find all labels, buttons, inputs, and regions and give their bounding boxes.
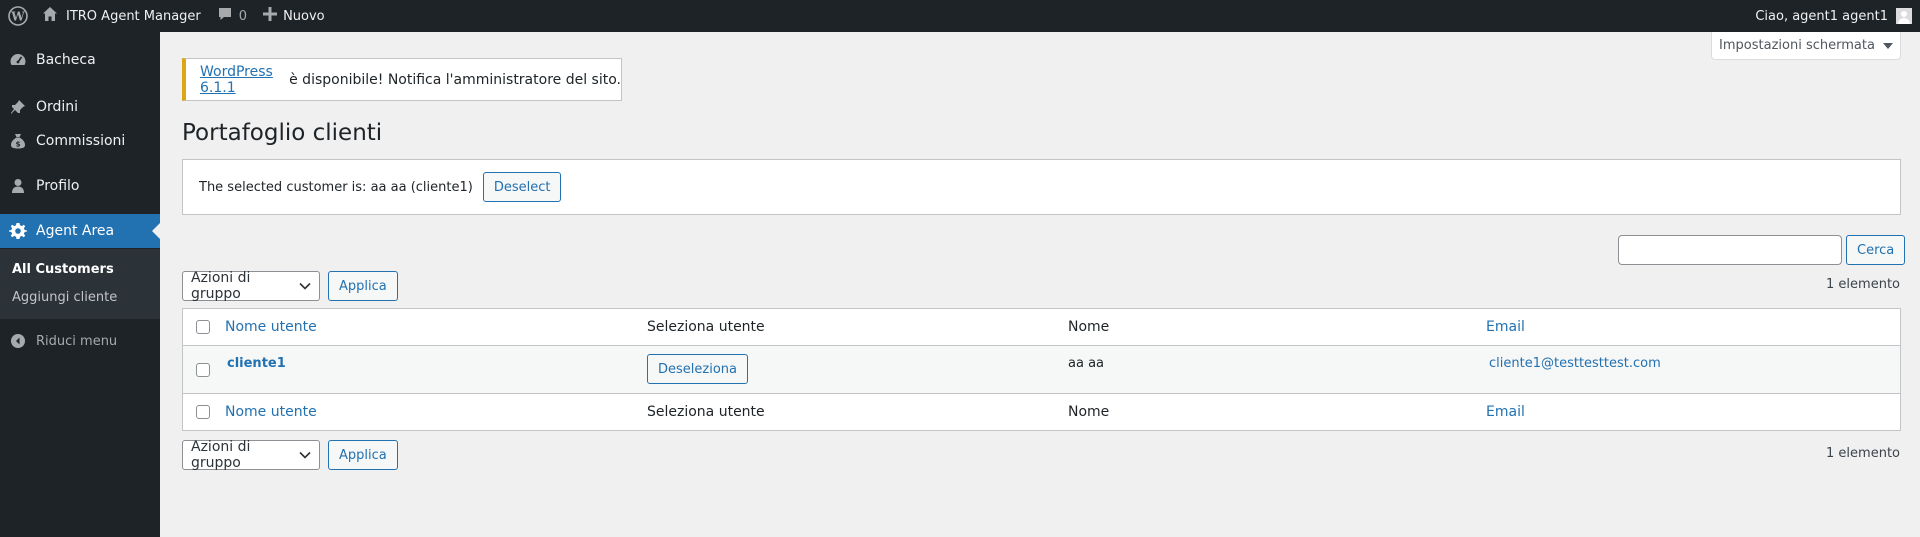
column-footer-name: Nome (1068, 404, 1110, 420)
gear-icon (0, 222, 36, 240)
home-icon (42, 6, 58, 26)
comments-count: 0 (238, 8, 248, 24)
page-title: Portafoglio clienti (182, 120, 383, 146)
sidebar-item-label: Profilo (36, 178, 80, 194)
sidebar-item-label: Agent Area (36, 223, 115, 239)
collapse-label: Riduci menu (36, 333, 118, 349)
item-count-bottom: 1 elemento (1826, 446, 1900, 461)
selected-customer-text: The selected customer is: aa aa (cliente… (199, 179, 473, 195)
customer-email-link[interactable]: cliente1@testtesttest.com (1489, 356, 1661, 371)
bulk-actions-bottom: Azioni di gruppo Applica (182, 439, 398, 471)
search-box: Cerca (1618, 235, 1906, 265)
screen-options-label: Impostazioni schermata (1719, 38, 1875, 53)
bulk-actions-top: Azioni di gruppo Applica (182, 270, 398, 302)
new-label: Nuovo (283, 8, 325, 24)
sidebar-item-profilo[interactable]: Profilo (0, 169, 160, 203)
bulk-action-selected: Azioni di gruppo (191, 270, 251, 302)
bulk-action-selected: Azioni di gruppo (191, 439, 251, 471)
new-content-link[interactable]: Nuovo (255, 0, 333, 32)
deselect-button[interactable]: Deselect (482, 172, 562, 202)
comments-link[interactable]: 0 (209, 0, 255, 32)
chevron-down-icon (299, 278, 311, 294)
chevron-down-icon (299, 447, 311, 463)
column-footer-select-user: Seleziona utente (647, 404, 765, 420)
caret-down-icon (1882, 38, 1893, 53)
plus-icon (263, 7, 278, 25)
apply-button[interactable]: Applica (328, 271, 398, 301)
site-name: ITRO Agent Manager (66, 8, 201, 24)
comment-bubble-icon (217, 6, 233, 26)
column-header-username[interactable]: Nome utente (225, 309, 317, 345)
select-all-checkbox-footer[interactable] (196, 394, 210, 430)
collapse-menu-button[interactable]: Riduci menu (0, 326, 160, 356)
sidebar-item-bacheca[interactable]: Bacheca (0, 43, 160, 77)
update-notice: WordPress 6.1.1 è disponibile! Notifica … (182, 58, 622, 101)
customer-name: aa aa (1068, 356, 1104, 371)
column-header-select-user: Seleziona utente (647, 319, 765, 335)
pin-icon (0, 98, 36, 116)
sidebar-item-ordini[interactable]: Ordini (0, 90, 160, 124)
money-bag-icon: $ (0, 132, 36, 150)
svg-text:$: $ (16, 141, 21, 149)
table-row: cliente1 Deseleziona aa aa cliente1@test… (183, 346, 1900, 393)
sidebar-item-label: Ordini (36, 99, 79, 115)
bulk-action-select-bottom[interactable]: Azioni di gruppo (182, 439, 320, 471)
collapse-arrow-icon (0, 333, 36, 349)
user-icon (0, 177, 36, 195)
screen-options-button[interactable]: Impostazioni schermata (1711, 32, 1901, 60)
wordpress-update-link[interactable]: WordPress 6.1.1 (200, 64, 285, 96)
apply-button-bottom[interactable]: Applica (328, 440, 398, 470)
update-notice-text: è disponibile! Notifica l'amministratore… (284, 71, 621, 88)
avatar (1896, 8, 1912, 24)
submenu-item-aggiungi-cliente[interactable]: Aggiungi cliente (12, 290, 117, 305)
sidebar-item-label: Commissioni (36, 133, 126, 149)
bulk-action-select[interactable]: Azioni di gruppo (182, 270, 320, 302)
selected-customer-notice: The selected customer is: aa aa (cliente… (182, 159, 1901, 215)
svg-text:W: W (10, 10, 25, 24)
row-checkbox[interactable] (196, 346, 210, 393)
username-link[interactable]: cliente1 (227, 356, 286, 371)
column-header-name: Nome (1068, 319, 1110, 335)
submenu-item-all-customers[interactable]: All Customers (12, 262, 114, 277)
column-header-email[interactable]: Email (1486, 309, 1525, 345)
admin-sidebar: Bacheca Ordini $ Commissioni Profilo Age… (0, 32, 160, 537)
table-header-row: Nome utente Seleziona utente Nome Email (183, 309, 1900, 346)
column-footer-username[interactable]: Nome utente (225, 394, 317, 430)
my-account-link[interactable]: Ciao, agent1 agent1 (1747, 0, 1920, 32)
greeting: Ciao, agent1 agent1 (1755, 8, 1888, 24)
item-count: 1 elemento (1826, 277, 1900, 292)
dashboard-icon (0, 51, 36, 69)
sidebar-item-commissioni[interactable]: $ Commissioni (0, 124, 160, 158)
sidebar-item-label: Bacheca (36, 52, 96, 68)
agent-area-submenu: All Customers Aggiungi cliente (0, 249, 160, 319)
sidebar-item-agent-area[interactable]: Agent Area (0, 214, 160, 248)
wordpress-logo-icon[interactable]: W (0, 0, 36, 32)
row-action-cell: Deseleziona (647, 354, 748, 384)
search-button[interactable]: Cerca (1846, 235, 1906, 265)
search-input[interactable] (1618, 235, 1842, 265)
column-footer-email[interactable]: Email (1486, 394, 1525, 430)
admin-bar: W ITRO Agent Manager 0 Nuovo Ciao, agent… (0, 0, 1920, 32)
main-content: Impostazioni schermata WordPress 6.1.1 è… (160, 32, 1920, 537)
table-footer-row: Nome utente Seleziona utente Nome Email (183, 393, 1900, 430)
customers-table: Nome utente Seleziona utente Nome Email … (182, 308, 1901, 431)
select-all-checkbox[interactable] (196, 309, 210, 345)
site-name-link[interactable]: ITRO Agent Manager (36, 0, 209, 32)
deseleziona-button[interactable]: Deseleziona (647, 354, 748, 384)
